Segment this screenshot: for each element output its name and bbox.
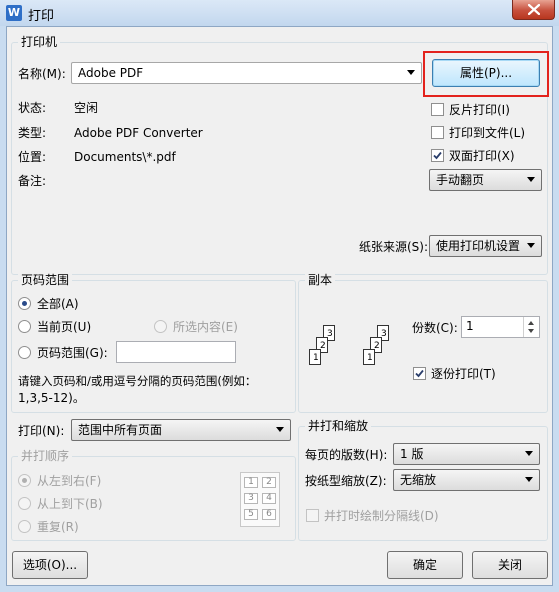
location-label: 位置: bbox=[18, 150, 47, 164]
print-to-file-label[interactable]: 打印到文件(L) bbox=[449, 125, 525, 141]
radio-selected-dot bbox=[22, 478, 27, 483]
duplex-label[interactable]: 双面打印(X) bbox=[449, 148, 515, 164]
chevron-down-icon bbox=[527, 177, 535, 182]
type-value: Adobe PDF Converter bbox=[74, 126, 203, 140]
properties-button[interactable]: 属性(P)... bbox=[432, 59, 540, 87]
scale-to-paper-select[interactable]: 无缩放 bbox=[393, 469, 540, 491]
checkmark-icon bbox=[433, 151, 442, 160]
location-value: Documents\*.pdf bbox=[74, 150, 176, 164]
chevron-down-icon bbox=[527, 243, 535, 248]
printer-name-select[interactable]: Adobe PDF bbox=[71, 62, 422, 84]
copies-group-title: 副本 bbox=[305, 273, 336, 287]
copies-count-spinner[interactable]: 1 bbox=[461, 316, 540, 338]
close-button[interactable]: 关闭 bbox=[472, 551, 548, 579]
selection-radio bbox=[154, 320, 167, 333]
checkmark-icon bbox=[415, 369, 424, 378]
spinner-arrows-icon[interactable] bbox=[523, 317, 539, 337]
paper-source-label: 纸张来源(S): bbox=[359, 240, 429, 254]
page-range-input[interactable] bbox=[116, 341, 236, 363]
order-cell: 2 bbox=[262, 477, 276, 488]
page-order-group-title: 并打顺序 bbox=[18, 449, 73, 463]
window-close-button[interactable] bbox=[512, 0, 555, 20]
pages-per-sheet-select[interactable]: 1 版 bbox=[393, 443, 540, 465]
all-pages-label[interactable]: 全部(A) bbox=[37, 296, 79, 312]
dialog-body: 打印机 名称(M): Adobe PDF 属性(P)... 状态: 空闲 类型:… bbox=[6, 26, 553, 586]
draw-borders-label: 并打时绘制分隔线(D) bbox=[324, 509, 439, 523]
left-to-right-radio bbox=[18, 474, 31, 487]
printer-group-title: 打印机 bbox=[18, 35, 61, 49]
pages-per-sheet-value: 1 版 bbox=[400, 447, 424, 461]
reverse-print-label[interactable]: 反片打印(I) bbox=[449, 102, 510, 118]
order-cell: 6 bbox=[262, 509, 276, 520]
printer-name-value: Adobe PDF bbox=[78, 66, 144, 80]
paper-source-value: 使用打印机设置 bbox=[436, 239, 521, 253]
type-label: 类型: bbox=[18, 126, 47, 140]
collate-label[interactable]: 逐份打印(T) bbox=[431, 366, 496, 382]
page-range-hint-line1: 请键入页码和/或用逗号分隔的页码范围(例如： bbox=[18, 374, 257, 388]
pages-per-sheet-label: 每页的版数(H): bbox=[305, 448, 388, 462]
page-range-group-title: 页码范围 bbox=[18, 273, 73, 287]
scale-to-paper-label: 按纸型缩放(Z): bbox=[305, 474, 387, 488]
paper-source-select[interactable]: 使用打印机设置 bbox=[429, 235, 542, 257]
print-to-file-checkbox[interactable] bbox=[431, 126, 444, 139]
options-button[interactable]: 选项(O)... bbox=[12, 551, 88, 579]
repeat-radio bbox=[18, 520, 31, 533]
title-bar: W 打印 bbox=[0, 0, 559, 26]
chevron-down-icon bbox=[276, 427, 284, 432]
draw-borders-checkbox bbox=[306, 509, 319, 522]
selection-label: 所选内容(E) bbox=[173, 320, 238, 334]
collate-checkbox[interactable] bbox=[413, 367, 426, 380]
status-value: 空闲 bbox=[74, 101, 99, 115]
copies-count-value: 1 bbox=[466, 319, 474, 333]
copies-count-label: 份数(C): bbox=[412, 321, 458, 335]
printer-name-label: 名称(M): bbox=[18, 67, 66, 81]
page-icon: 1 bbox=[309, 349, 321, 365]
reverse-print-checkbox[interactable] bbox=[431, 103, 444, 116]
left-to-right-label: 从左到右(F) bbox=[37, 474, 102, 488]
page-icon: 1 bbox=[363, 349, 375, 365]
order-cell: 4 bbox=[262, 493, 276, 504]
comment-label: 备注: bbox=[18, 174, 47, 188]
all-pages-radio[interactable] bbox=[18, 297, 31, 310]
status-label: 状态: bbox=[18, 101, 47, 115]
order-cell: 3 bbox=[244, 493, 258, 504]
top-to-bottom-radio bbox=[18, 497, 31, 510]
print-what-select[interactable]: 范围中所有页面 bbox=[71, 419, 291, 441]
close-icon bbox=[528, 4, 540, 15]
ok-button[interactable]: 确定 bbox=[387, 551, 463, 579]
print-what-label: 打印(N): bbox=[18, 424, 65, 438]
order-cell: 1 bbox=[244, 477, 258, 488]
duplex-mode-value: 手动翻页 bbox=[436, 173, 485, 187]
page-order-preview: 1 2 3 4 5 6 bbox=[240, 472, 280, 527]
current-page-label[interactable]: 当前页(U) bbox=[37, 319, 91, 335]
page-range-hint-line2: 1,3,5-12)。 bbox=[18, 391, 85, 405]
wps-app-icon: W bbox=[6, 5, 22, 21]
radio-selected-dot bbox=[22, 301, 27, 306]
page-range-label[interactable]: 页码范围(G): bbox=[37, 345, 108, 361]
repeat-label: 重复(R) bbox=[37, 520, 79, 534]
current-page-radio[interactable] bbox=[18, 320, 31, 333]
chevron-down-icon bbox=[407, 70, 415, 75]
print-what-value: 范围中所有页面 bbox=[78, 423, 163, 437]
zoom-group-title: 并打和缩放 bbox=[305, 419, 372, 433]
chevron-down-icon bbox=[525, 477, 533, 482]
duplex-checkbox[interactable] bbox=[431, 149, 444, 162]
chevron-down-icon bbox=[525, 451, 533, 456]
scale-to-paper-value: 无缩放 bbox=[400, 473, 437, 487]
duplex-mode-select[interactable]: 手动翻页 bbox=[429, 169, 542, 191]
window-title: 打印 bbox=[28, 9, 55, 24]
copies-group: 副本 bbox=[298, 273, 548, 413]
top-to-bottom-label: 从上到下(B) bbox=[37, 497, 103, 511]
page-range-radio[interactable] bbox=[18, 346, 31, 359]
order-cell: 5 bbox=[244, 509, 258, 520]
